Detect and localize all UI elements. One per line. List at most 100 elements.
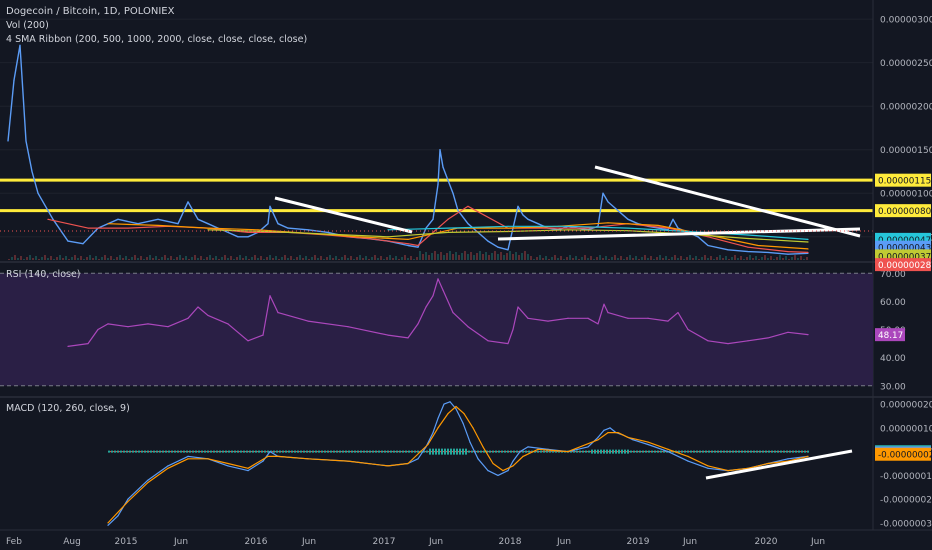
histogram-bar [801, 450, 803, 453]
histogram-bar [180, 450, 182, 453]
volume-bar [734, 255, 736, 260]
volume-bar [797, 258, 799, 260]
series-sma200-point [707, 236, 709, 238]
ribbon-legend[interactable]: 4 SMA Ribbon (200, 500, 1000, 2000, clos… [6, 34, 307, 45]
series-close-point [207, 223, 209, 225]
volume-bar [584, 255, 586, 260]
histogram-bar [315, 450, 317, 453]
histogram-bar [264, 450, 266, 453]
volume-bar [341, 257, 343, 260]
volume-bar [317, 258, 319, 260]
histogram-bar [588, 450, 590, 453]
series-macd-point [497, 474, 499, 476]
rsi-pane[interactable] [0, 272, 873, 387]
series-sma1000-point [327, 233, 329, 235]
axis-label-text[interactable]: 0.00000080 [878, 207, 932, 217]
volume-bar [107, 258, 109, 260]
histogram-bar [660, 450, 662, 453]
volume-bar [689, 255, 691, 260]
series-signal-point [463, 413, 465, 415]
volume-bar [92, 258, 94, 260]
series-close-point [407, 244, 409, 247]
volume-bar [74, 255, 76, 260]
histogram-bar [681, 450, 683, 453]
histogram-bar [792, 450, 794, 453]
volume-bar [395, 256, 397, 260]
series-rsi-point [247, 340, 249, 342]
series-rsi-point [262, 334, 264, 336]
volume-bar [188, 259, 190, 260]
histogram-bar [492, 450, 494, 453]
histogram-bar [330, 450, 332, 453]
series-close-point [627, 218, 629, 220]
series-rsi-point [627, 317, 629, 319]
volume-bar [482, 254, 484, 260]
histogram-bar [621, 449, 623, 454]
volume-bar [302, 258, 304, 260]
series-rsi-point [442, 289, 444, 291]
volume-bar [260, 256, 262, 260]
histogram-bar [594, 449, 596, 454]
series-macd-point [417, 458, 419, 460]
histogram-bar [774, 450, 776, 453]
macd-legend[interactable]: MACD (120, 260, close, 9) [6, 403, 130, 414]
volume-bar [47, 258, 49, 260]
histogram-bar [609, 449, 611, 454]
histogram-bar [768, 450, 770, 453]
volume-bar [488, 255, 490, 260]
series-close-point [177, 223, 179, 225]
volume-bar [143, 259, 145, 260]
axis-label-text[interactable]: -0.00000002 [878, 451, 932, 461]
series-close-point [452, 192, 454, 194]
series-sma500-point [757, 244, 759, 247]
volume-bar [383, 259, 385, 260]
histogram-bar [327, 450, 329, 453]
time-tick-label: Jun [810, 537, 825, 547]
histogram-bar [630, 450, 632, 453]
volume-bar [98, 259, 100, 260]
histogram-bar [612, 449, 614, 454]
volume-bar [788, 259, 790, 260]
volume-bar [509, 251, 511, 260]
volume-bar [95, 256, 97, 260]
histogram-bar [408, 450, 410, 453]
volume-bar [638, 259, 640, 260]
histogram-bar [636, 450, 638, 453]
volume-bar [362, 258, 364, 260]
histogram-bar [549, 450, 551, 453]
histogram-bar [465, 448, 467, 455]
volume-bar [767, 258, 769, 260]
volume-bar [434, 251, 436, 260]
volume-bar [719, 255, 721, 260]
volume-bar [683, 259, 685, 260]
series-signal-point [472, 427, 474, 429]
volume-bar [389, 255, 391, 260]
axis-label-text[interactable]: 0.00000028 [878, 261, 931, 271]
series-rsi-point [587, 317, 589, 319]
histogram-bar [135, 450, 137, 453]
volume-legend[interactable]: Vol (200) [6, 20, 49, 31]
volume-bar [269, 255, 271, 260]
series-signal-point [387, 465, 389, 467]
volume-bar [494, 251, 496, 260]
series-close-point [442, 166, 444, 168]
series-rsi-point [197, 306, 199, 308]
chart-canvas[interactable]: 0.00000300 0.00000250 0.00000200 0.00000150… [0, 0, 932, 550]
histogram-bar [354, 450, 356, 453]
volume-bar [227, 258, 229, 260]
macd-tick-label: -0.00000030 [880, 519, 932, 529]
histogram-bar [393, 450, 395, 453]
axis-label-text[interactable]: 0.00000115 [878, 177, 931, 187]
series-rsi-point [512, 328, 514, 331]
series-rsi-point [67, 345, 69, 347]
volume-bar [194, 255, 196, 260]
series-rsi-point [607, 312, 609, 314]
volume-bar [242, 258, 244, 260]
histogram-bar [444, 448, 446, 455]
volume-bar [716, 257, 718, 260]
rsi-value-text[interactable]: 48.17 [878, 331, 903, 341]
volume-bar [803, 259, 805, 260]
histogram-bar [141, 450, 143, 453]
symbol-title[interactable]: Dogecoin / Bitcoin, 1D, POLONIEX [6, 6, 175, 17]
rsi-legend[interactable]: RSI (140, close) [6, 269, 81, 280]
